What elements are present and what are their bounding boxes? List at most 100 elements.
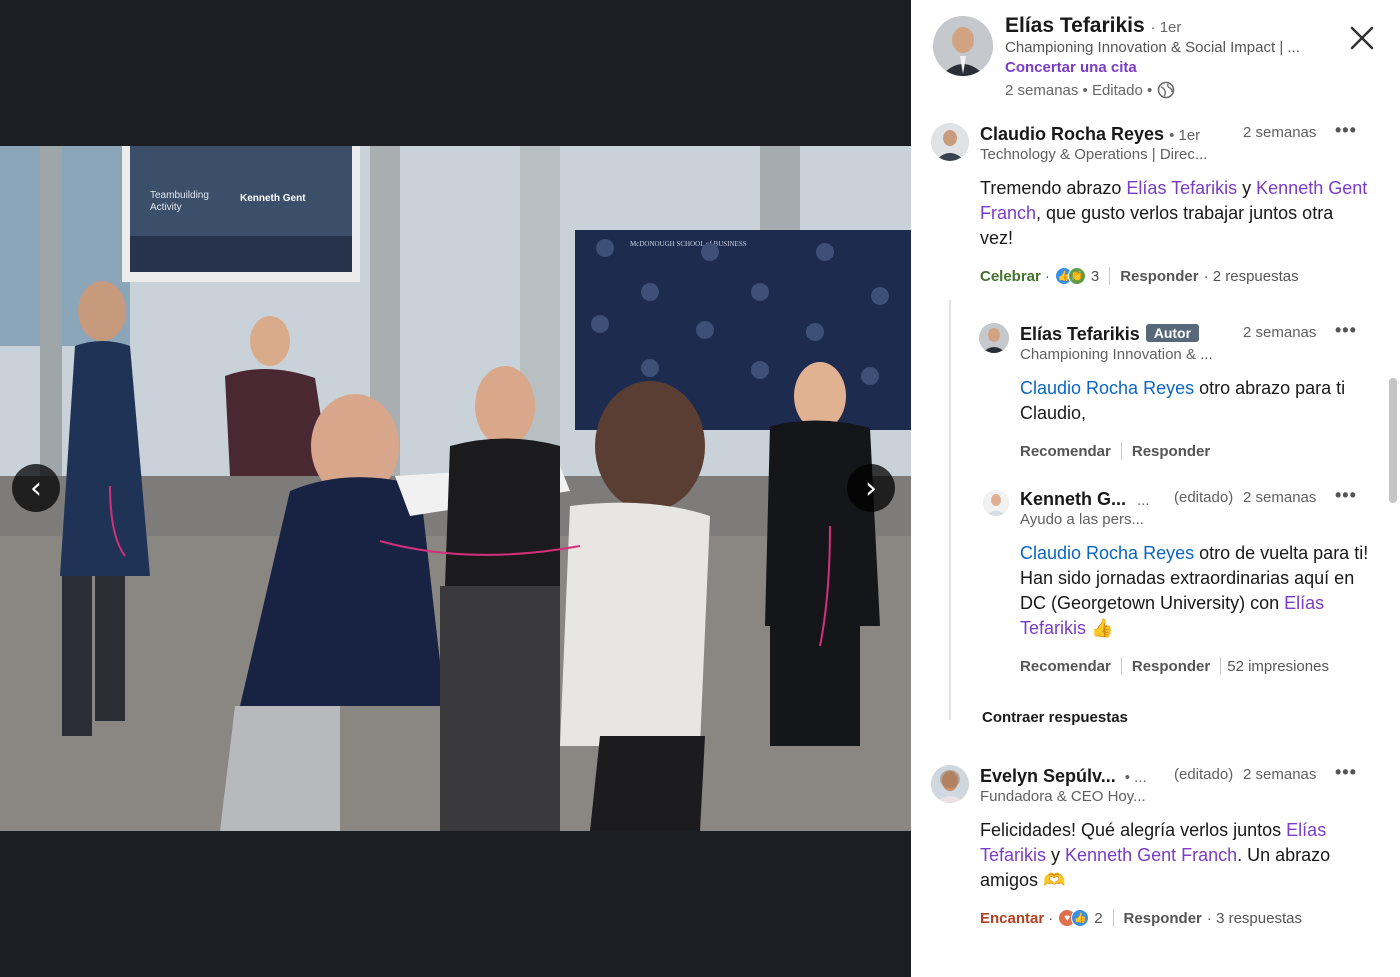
edited-label: (editado) <box>1174 489 1234 506</box>
reaction-icons[interactable]: 👍 👏 <box>1054 267 1086 285</box>
reply-button[interactable]: Responder <box>1120 268 1198 285</box>
reply-text: Claudio Rocha Reyes otro abrazo para ti … <box>1020 376 1360 426</box>
chevron-left-icon: ‹ <box>30 470 42 506</box>
comment-text: Felicidades! Qué alegría verlos juntos E… <box>980 818 1370 893</box>
comment-author-name[interactable]: Evelyn Sepúlv... • ... <box>980 766 1147 787</box>
celebrate-icon: 👏 <box>1067 267 1086 285</box>
reaction-icons[interactable]: ♥ 👍 <box>1058 909 1090 927</box>
mention-link[interactable]: Kenneth Gent Franch <box>1065 845 1237 865</box>
comment-degree: • ... <box>1124 769 1147 786</box>
comment-author-name[interactable]: Claudio Rocha Reyes • 1er <box>980 124 1200 145</box>
media-pane: Teambuilding Activity Kenneth Gent McDON… <box>0 0 911 977</box>
comment-actions: Celebrar · 👍 👏 3 Responder · 2 respuesta… <box>980 267 1299 285</box>
comment-text-part: y <box>1046 845 1066 865</box>
reply-author-name[interactable]: Kenneth G... ... <box>1020 489 1150 510</box>
replies-count[interactable]: · 2 respuestas <box>1204 268 1299 285</box>
author-badge: Autor <box>1145 324 1200 342</box>
screen-text-1: Teambuilding <box>150 190 209 201</box>
like-button[interactable]: Recomendar <box>1020 658 1111 675</box>
book-appointment-link[interactable]: Concertar una cita <box>1005 59 1137 76</box>
commenter-avatar[interactable] <box>931 765 969 803</box>
celebrate-reaction-button[interactable]: Celebrar <box>980 268 1041 285</box>
like-icon: 👍 <box>1071 909 1090 927</box>
author-degree: · 1er <box>1150 19 1182 36</box>
comment-more-button[interactable]: ••• <box>1335 120 1357 141</box>
next-image-button[interactable]: › <box>847 464 895 512</box>
screen-text-2: Activity <box>150 202 182 213</box>
reply-text: Claudio Rocha Reyes otro de vuelta para … <box>1020 541 1370 641</box>
post-photo: Teambuilding Activity Kenneth Gent McDON… <box>0 146 911 831</box>
backdrop-text: McDONOUGH SCHOOL of BUSINESS <box>630 240 747 248</box>
comment-degree: • 1er <box>1169 127 1201 144</box>
comment-author-text: Evelyn Sepúlv... <box>980 766 1116 786</box>
divider <box>1112 909 1114 927</box>
post-author-header: Elías Tefarikis · 1er Championing Innova… <box>911 0 1400 110</box>
separator-dot: · <box>1048 909 1054 927</box>
reply-time: 2 semanas <box>1243 324 1317 341</box>
mention-link[interactable]: Claudio Rocha Reyes <box>1020 378 1194 398</box>
reply-author-text: Elías Tefarikis <box>1020 324 1140 344</box>
replies-count[interactable]: · 3 respuestas <box>1207 910 1302 927</box>
comment-actions: Encantar · ♥ 👍 2 Responder · 3 respuesta… <box>980 909 1302 927</box>
love-reaction-button[interactable]: Encantar <box>980 910 1044 927</box>
close-icon[interactable] <box>1346 22 1378 54</box>
author-name-text: Elías Tefarikis <box>1005 14 1145 37</box>
reply-avatar[interactable] <box>983 490 1009 516</box>
divider <box>1120 657 1122 675</box>
comment-author-headline: Technology & Operations | Direc... <box>980 146 1208 163</box>
comment-text-part: y <box>1237 178 1257 198</box>
reaction-count: 3 <box>1090 267 1100 285</box>
reply-button[interactable]: Responder <box>1124 910 1202 927</box>
avatar-image <box>979 323 1009 353</box>
reply-actions: Recomendar Responder 52 impresiones <box>1020 657 1329 675</box>
divider <box>1220 657 1222 675</box>
author-name[interactable]: Elías Tefarikis · 1er <box>1005 14 1181 38</box>
commenter-avatar[interactable] <box>931 123 969 161</box>
comments-panel: Elías Tefarikis · 1er Championing Innova… <box>911 0 1400 977</box>
reply-time: 2 semanas <box>1243 489 1317 506</box>
author-avatar[interactable] <box>933 16 993 76</box>
reply-more-button[interactable]: ••• <box>1335 320 1357 341</box>
collapse-replies-button[interactable]: Contraer respuestas <box>982 709 1128 726</box>
reply-avatar[interactable] <box>979 323 1009 353</box>
comment-more-button[interactable]: ••• <box>1335 762 1357 783</box>
previous-image-button[interactable]: ‹ <box>12 464 60 512</box>
mention-link[interactable]: Claudio Rocha Reyes <box>1020 543 1194 563</box>
author-headline: Championing Innovation & Social Impact |… <box>1005 39 1300 56</box>
comment-text: Tremendo abrazo Elías Tefarikis y Kennet… <box>980 176 1370 251</box>
reaction-count: 2 <box>1094 909 1103 927</box>
comment-text-part: Tremendo abrazo <box>980 178 1127 198</box>
reply-button[interactable]: Responder <box>1132 443 1210 460</box>
comment-time: 2 semanas <box>1243 766 1317 783</box>
mention-link[interactable]: Elías Tefarikis <box>1126 178 1237 198</box>
like-button[interactable]: Recomendar <box>1020 443 1111 460</box>
reply-actions: Recomendar Responder <box>1020 442 1210 460</box>
comment-author-headline: Fundadora & CEO Hoy... <box>980 788 1146 805</box>
reply-button[interactable]: Responder <box>1132 658 1210 675</box>
avatar-image <box>931 765 969 803</box>
reply-text-part: 👍 <box>1086 618 1114 638</box>
thread-line <box>949 300 951 720</box>
reply-more-button[interactable]: ••• <box>1335 485 1357 506</box>
post-meta: 2 semanas • Editado • <box>1005 81 1175 99</box>
comment-time: 2 semanas <box>1243 124 1317 141</box>
reply-author-name[interactable]: Elías Tefarikis Autor <box>1020 324 1200 345</box>
globe-icon <box>1158 81 1175 99</box>
edited-label: (editado) <box>1174 766 1234 783</box>
reply-degree: ... <box>1137 492 1150 509</box>
divider <box>1109 267 1111 285</box>
post-meta-text: 2 semanas • Editado • <box>1005 81 1153 99</box>
divider <box>1120 442 1122 460</box>
post-viewer: Teambuilding Activity Kenneth Gent McDON… <box>0 0 1400 977</box>
reply-author-headline: Ayudo a las pers... <box>1020 511 1144 528</box>
comment-text-part: Felicidades! Qué alegría verlos juntos <box>980 820 1287 840</box>
avatar-image <box>983 490 1009 516</box>
photo-illustration: Teambuilding Activity Kenneth Gent McDON… <box>0 146 911 831</box>
reply-author-headline: Championing Innovation & ... <box>1020 346 1213 363</box>
reply-author-text: Kenneth G... <box>1020 489 1127 509</box>
avatar-image <box>933 16 993 76</box>
comment-author-text: Claudio Rocha Reyes <box>980 124 1165 144</box>
separator-dot: · <box>1044 267 1050 285</box>
impressions-count[interactable]: 52 impresiones <box>1227 658 1329 675</box>
scrollbar-thumb[interactable] <box>1389 378 1397 503</box>
